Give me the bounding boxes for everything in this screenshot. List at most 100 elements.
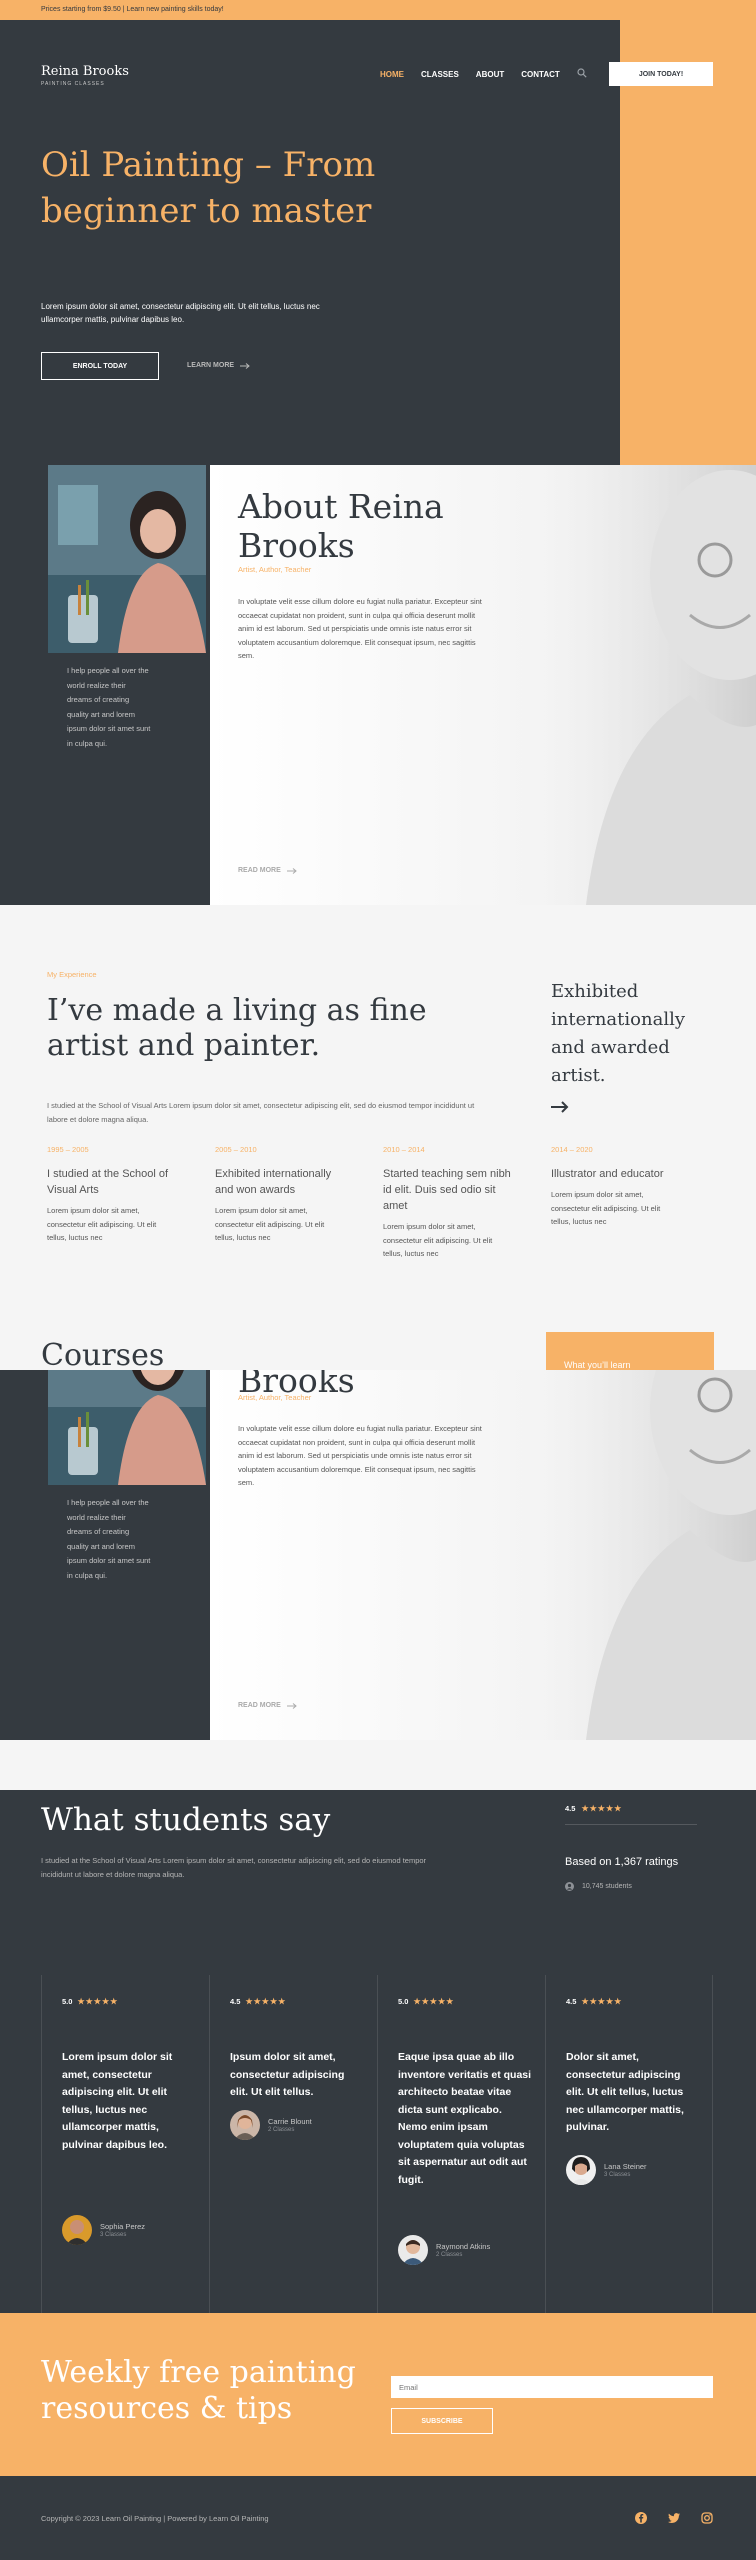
newsletter-title: Weekly free painting resources & tips: [41, 2355, 356, 2426]
author-name: Carrie Blount: [268, 2117, 312, 2126]
experience-kicker: My Experience: [47, 970, 97, 979]
email-field[interactable]: [391, 2376, 713, 2398]
enroll-today-button[interactable]: ENROLL TODAY: [41, 352, 159, 380]
author-name: Lana Steiner: [604, 2162, 647, 2171]
read-more-link[interactable]: READ MORE: [238, 867, 297, 874]
footer: Copyright © 2023 Learn Oil Painting | Po…: [0, 2476, 756, 2560]
read-more-link[interactable]: READ MORE: [238, 1702, 297, 1709]
copyright-text: Copyright © 2023 Learn Oil Painting | Po…: [41, 2514, 269, 2523]
join-today-button[interactable]: JOIN TODAY!: [609, 62, 713, 86]
about-roles: Artist, Author, Teacher: [238, 1393, 312, 1402]
testimonials-intro: I studied at the School of Visual Arts L…: [41, 1856, 427, 1879]
courses-title: Courses: [41, 1338, 165, 1373]
timeline-text: Lorem ipsum dolor sit amet, consectetur …: [383, 1222, 493, 1258]
announcement-bar: Prices starting from $9.50 | Learn new p…: [0, 0, 756, 20]
experience-side-text: Exhibited internationally and awarded ar…: [551, 981, 685, 1086]
rating-value: 5.0: [398, 1997, 409, 2006]
overall-rating: 4.5 ★★★★★: [565, 1804, 622, 1813]
arrow-right-icon: [286, 867, 297, 874]
star-rating-icon: ★★★★★: [581, 1997, 623, 2006]
instagram-icon[interactable]: [700, 2511, 714, 2525]
card-rating: 5.0 ★★★★★: [62, 1997, 118, 2006]
main-nav: HOME CLASSES ABOUT CONTACT: [380, 70, 577, 79]
students-count-label: 10,745 students: [582, 1883, 632, 1890]
nav-contact[interactable]: CONTACT: [521, 70, 560, 79]
newsletter-section: Weekly free painting resources & tips SU…: [0, 2313, 756, 2476]
hero-title: Oil Painting – From beginner to master: [41, 145, 376, 231]
author-name: Raymond Atkins: [436, 2242, 491, 2251]
search-icon[interactable]: [577, 68, 587, 78]
author-classes: 3 Classes: [100, 2232, 127, 2238]
announcement-text: Prices starting from $9.50 | Learn new p…: [41, 6, 224, 13]
ratings-count: Based on 1,367 ratings: [565, 1856, 679, 1868]
timeline-title: Illustrator and educator: [551, 1168, 664, 1180]
about-title: About Reina Brooks: [238, 487, 444, 565]
about-text: In voluptate velit esse cillum dolore eu…: [238, 597, 482, 660]
artist-painting-photo: [48, 465, 206, 653]
about-section: I help people all over the world realize…: [0, 465, 756, 905]
rating-value: 4.5: [566, 1997, 577, 2006]
avatar: [62, 2215, 92, 2245]
timeline-title: Started teaching sem nibh id elit. Duis …: [383, 1168, 511, 1212]
brand-subtitle: PAINTING CLASSES: [41, 81, 105, 87]
avatar: [230, 2110, 260, 2140]
what-youll-learn-button[interactable]: What you’ll learn: [546, 1332, 714, 1372]
arrow-right-icon[interactable]: [551, 1101, 569, 1113]
testimonials-section: What students say I studied at the Schoo…: [0, 1790, 756, 2313]
card-rating: 4.5 ★★★★★: [566, 1997, 622, 2006]
timeline-item: 1995 – 2005 I studied at the School of V…: [47, 1145, 177, 1245]
card-rating: 5.0 ★★★★★: [398, 1997, 454, 2006]
testimonial-card: 5.0 ★★★★★ Lorem ipsum dolor sit amet, con…: [41, 1975, 209, 2313]
timeline-years: 1995 – 2005: [47, 1145, 89, 1154]
artist-painting-photo: [48, 1370, 206, 1485]
card-rating: 4.5 ★★★★★: [230, 1997, 286, 2006]
user-icon: [565, 1882, 574, 1891]
testimonial-card: 5.0 ★★★★★ Eaque ipsa quae ab illo invento…: [377, 1975, 545, 2313]
hero-accent-panel: [620, 20, 756, 465]
author-classes: 3 Classes: [604, 2172, 631, 2178]
testimonial-card: 4.5 ★★★★★ Ipsum dolor sit amet, consectet…: [209, 1975, 377, 2313]
nav-classes[interactable]: CLASSES: [421, 70, 459, 79]
learn-more-link[interactable]: LEARN MORE: [187, 362, 250, 369]
star-rating-icon: ★★★★★: [77, 1997, 119, 2006]
subscribe-button[interactable]: SUBSCRIBE: [391, 2408, 493, 2434]
about-quote: I help people all over the world realize…: [67, 1498, 151, 1580]
brand-name: Reina Brooks: [41, 64, 129, 79]
experience-intro: I studied at the School of Visual Arts L…: [47, 1101, 475, 1124]
hero-description: Lorem ipsum dolor sit amet, consectetur …: [41, 302, 320, 324]
rating-value: 5.0: [62, 1997, 73, 2006]
portrait-background-image: [540, 1370, 756, 1740]
testimonial-author: Sophia Perez 3 Classes: [62, 2215, 145, 2245]
testimonials-title: What students say: [41, 1802, 331, 1838]
divider: [565, 1824, 697, 1825]
facebook-icon[interactable]: [634, 2511, 648, 2525]
timeline-text: Lorem ipsum dolor sit amet, consectetur …: [47, 1206, 157, 1242]
read-more-label: READ MORE: [238, 867, 281, 874]
testimonial-author: Raymond Atkins 2 Classes: [398, 2235, 490, 2265]
testimonial-quote: Dolor sit amet, consectetur adipiscing e…: [566, 2051, 684, 2133]
timeline-years: 2014 – 2020: [551, 1145, 593, 1154]
timeline-item: 2010 – 2014 Started teaching sem nibh id…: [383, 1145, 513, 1261]
read-more-label: READ MORE: [238, 1702, 281, 1709]
arrow-right-icon: [286, 1702, 297, 1709]
about-text: In voluptate velit esse cillum dolore eu…: [238, 1424, 482, 1487]
timeline-title: Exhibited internationally and won awards: [215, 1168, 332, 1196]
testimonial-author: Lana Steiner 3 Classes: [566, 2155, 647, 2185]
timeline-text: Lorem ipsum dolor sit amet, consectetur …: [215, 1206, 325, 1242]
nav-home[interactable]: HOME: [380, 70, 404, 79]
timeline-years: 2010 – 2014: [383, 1145, 425, 1154]
nav-about[interactable]: ABOUT: [476, 70, 504, 79]
author-classes: 2 Classes: [436, 2252, 463, 2258]
about-roles: Artist, Author, Teacher: [238, 565, 312, 574]
timeline-item: 2005 – 2010 Exhibited internationally an…: [215, 1145, 345, 1245]
testimonial-card: 4.5 ★★★★★ Dolor sit amet, consectetur adi…: [545, 1975, 713, 2313]
testimonial-quote: Ipsum dolor sit amet, consectetur adipis…: [230, 2051, 345, 2098]
students-count: 10,745 students: [565, 1882, 632, 1891]
learn-more-label: LEARN MORE: [187, 362, 235, 369]
avatar: [398, 2235, 428, 2265]
avatar: [566, 2155, 596, 2185]
twitter-icon[interactable]: [667, 2511, 681, 2525]
logo[interactable]: Reina Brooks PAINTING CLASSES: [41, 64, 129, 87]
testimonial-quote: Lorem ipsum dolor sit amet, consectetur …: [62, 2051, 173, 2151]
star-rating-icon: ★★★★★: [413, 1997, 455, 2006]
